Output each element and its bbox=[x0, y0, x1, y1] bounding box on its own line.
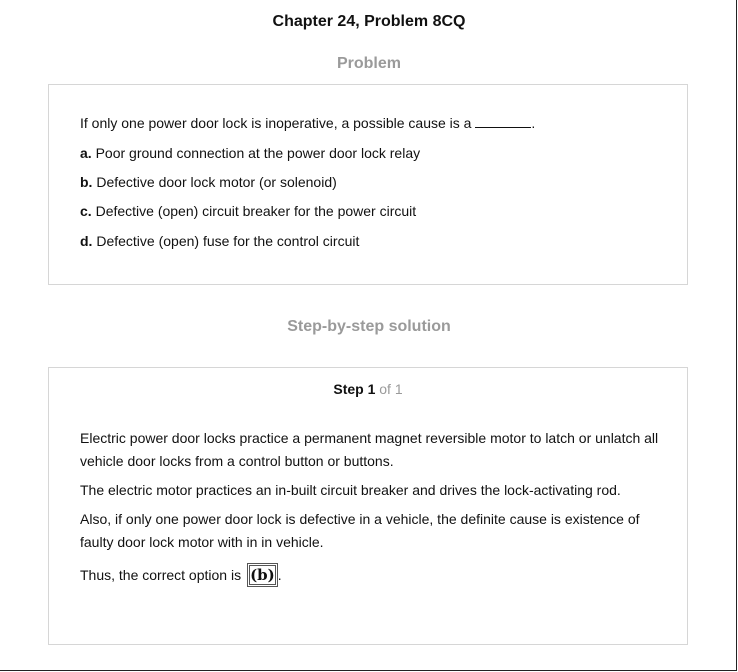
step-count: of 1 bbox=[379, 381, 403, 397]
option-a: a. Poor ground connection at the power d… bbox=[80, 142, 420, 165]
option-b: b. Defective door lock motor (or solenoi… bbox=[80, 171, 337, 194]
solution-paragraph-3: Also, if only one power door lock is def… bbox=[80, 511, 640, 550]
conclusion-text: Thus, the correct option is bbox=[80, 567, 242, 583]
option-text: Defective door lock motor (or solenoid) bbox=[92, 174, 337, 190]
problem-question: If only one power door lock is inoperati… bbox=[80, 112, 535, 135]
page-title: Chapter 24, Problem 8CQ bbox=[272, 13, 466, 30]
option-text: Defective (open) fuse for the control ci… bbox=[92, 233, 360, 249]
option-letter: d. bbox=[80, 233, 93, 249]
option-letter: c. bbox=[80, 203, 92, 219]
problem-heading: Problem bbox=[336, 55, 401, 72]
solution-paragraph-1: Electric power door locks practice a per… bbox=[80, 430, 659, 469]
option-text: Poor ground connection at the power door… bbox=[91, 145, 421, 161]
option-d: d. Defective (open) fuse for the control… bbox=[80, 230, 359, 253]
answer-box: (b) bbox=[247, 563, 278, 588]
solution-heading: Step-by-step solution bbox=[287, 318, 451, 335]
answer-blank bbox=[475, 115, 532, 128]
option-letter: b. bbox=[80, 174, 93, 190]
problem-card: If only one power door lock is inoperati… bbox=[48, 84, 688, 285]
option-c: c. Defective (open) circuit breaker for … bbox=[80, 200, 416, 223]
conclusion-end: . bbox=[277, 567, 282, 583]
step-label: Step 1 bbox=[333, 381, 376, 397]
option-letter: a. bbox=[80, 145, 92, 161]
solution-paragraph-2: The electric motor practices an in-built… bbox=[80, 482, 621, 498]
question-text: If only one power door lock is inoperati… bbox=[80, 115, 472, 131]
solution-card: Step 1 of 1 Electric power door locks pr… bbox=[48, 367, 688, 645]
solution-conclusion: Thus, the correct option is (b). bbox=[80, 563, 660, 588]
option-text: Defective (open) circuit breaker for the… bbox=[91, 203, 417, 219]
question-end: . bbox=[531, 115, 536, 131]
step-indicator: Step 1 of 1 bbox=[49, 381, 687, 397]
